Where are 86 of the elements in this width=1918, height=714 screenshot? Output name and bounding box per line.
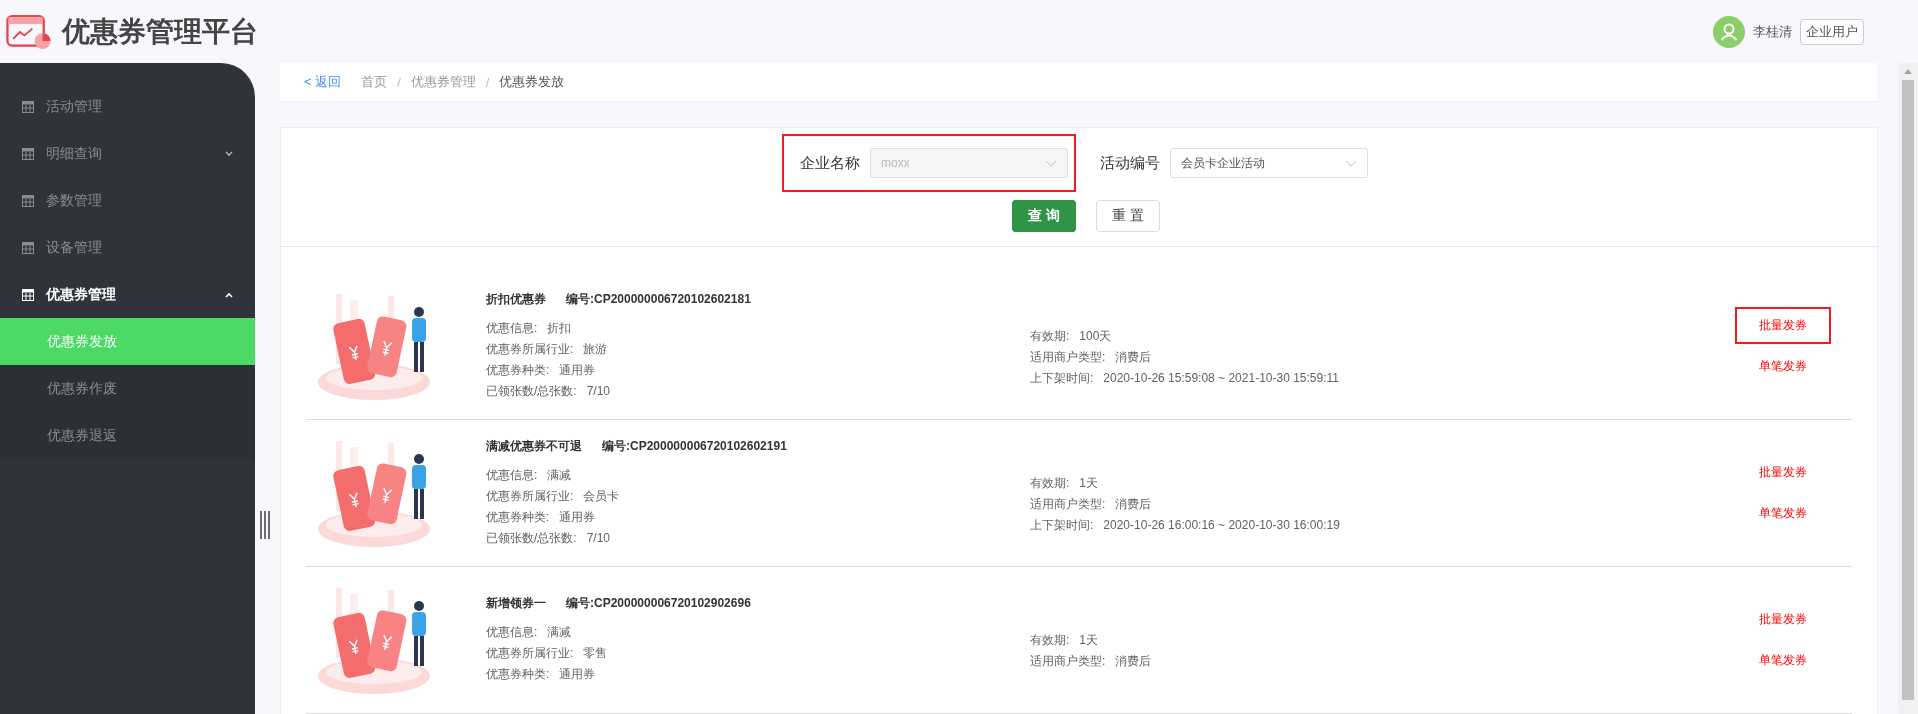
field-label: 优惠券种类: — [486, 508, 550, 526]
field-value: 通用券 — [559, 361, 596, 379]
filter-label: 活动编号 — [1100, 153, 1160, 173]
sidebar-item[interactable]: 设备管理 — [0, 224, 255, 271]
field-value: 通用券 — [559, 666, 596, 683]
sidebar-subitem[interactable]: 优惠券作废 — [0, 365, 255, 412]
breadcrumb-item[interactable]: 首页 — [361, 73, 388, 91]
field-label: 上下架时间: — [1030, 516, 1094, 534]
action-link[interactable]: 单笔发券 — [1735, 642, 1831, 679]
coupon-name: 新增领券一 — [486, 595, 546, 612]
back-link[interactable]: < 返回 — [304, 73, 342, 91]
field-label: 有效期: — [1030, 632, 1070, 649]
field-value: 2020-10-26 15:59:08 ~ 2021-10-30 15:59:11 — [1103, 369, 1339, 387]
field-value: 折扣 — [547, 319, 572, 337]
reset-button[interactable]: 重 置 — [1096, 200, 1160, 232]
field-label: 优惠券所属行业: — [486, 487, 574, 505]
field-value: 消费后 — [1115, 348, 1152, 366]
field-label: 上下架时间: — [1030, 369, 1094, 387]
sidebar-item[interactable]: 参数管理 — [0, 177, 255, 224]
app-title: 优惠券管理平台 — [62, 14, 258, 49]
field-label: 优惠券种类: — [486, 361, 550, 379]
coupon-code: 编号:CP200000006720102602181 — [566, 290, 751, 308]
chevron-icon — [1045, 159, 1057, 167]
action-link[interactable]: 批量发券 — [1735, 307, 1831, 344]
field-value: 消费后 — [1115, 653, 1152, 670]
scroll-up-icon[interactable] — [1904, 69, 1912, 74]
breadcrumb-item[interactable]: 优惠券管理 — [410, 73, 476, 91]
scrollbar-thumb[interactable] — [1902, 80, 1914, 700]
action-link[interactable]: 单笔发券 — [1735, 495, 1831, 532]
sidebar-item[interactable]: 活动管理 — [0, 83, 255, 130]
field-value: 满减 — [547, 624, 572, 641]
sidebar-subitem[interactable]: 优惠券退返 — [0, 412, 255, 459]
field-value: 消费后 — [1115, 495, 1152, 513]
query-button[interactable]: 查 询 — [1012, 200, 1076, 232]
user-name: 李桂清 — [1753, 22, 1792, 41]
field-label: 适用商户类型: — [1030, 495, 1106, 513]
chart-card-logo-icon — [6, 14, 52, 49]
chevron-icon — [225, 150, 233, 157]
coupon-name: 折扣优惠券 — [486, 290, 546, 308]
chevron-icon — [225, 291, 233, 298]
role-tag: 企业用户 — [1800, 18, 1864, 45]
field-label: 优惠信息: — [486, 466, 538, 484]
select-field[interactable]: 会员卡企业活动 — [1170, 148, 1368, 178]
field-label: 优惠信息: — [486, 624, 538, 641]
table-icon — [22, 194, 34, 207]
chevron-icon — [1345, 159, 1357, 167]
action-link[interactable]: 批量发券 — [1735, 601, 1831, 638]
breadcrumb-item: 优惠券发放 — [499, 73, 565, 91]
field-value: 1天 — [1079, 632, 1099, 649]
table-icon — [22, 147, 34, 160]
action-link[interactable]: 单笔发券 — [1735, 348, 1831, 385]
drag-handle-icon[interactable] — [260, 511, 270, 539]
field-value: 零售 — [583, 645, 608, 662]
field-label: 有效期: — [1030, 474, 1070, 492]
field-label: 优惠信息: — [486, 319, 538, 337]
field-value: 通用券 — [559, 508, 596, 526]
breadcrumb-separator: / — [485, 74, 490, 90]
table-icon — [22, 100, 34, 113]
field-label: 适用商户类型: — [1030, 348, 1106, 366]
field-value: 满减 — [547, 466, 572, 484]
filter-label: 企业名称 — [800, 153, 860, 173]
field-value: 会员卡 — [583, 487, 620, 505]
action-link[interactable]: 批量发券 — [1735, 454, 1831, 491]
avatar-icon[interactable] — [1713, 15, 1745, 48]
field-value: 7/10 — [586, 382, 611, 400]
coupon-code: 编号:CP200000006720102902696 — [566, 595, 751, 612]
coupon-code: 编号:CP200000006720102602191 — [602, 437, 787, 455]
coupon-name: 满减优惠券不可退 — [486, 437, 582, 455]
field-value: 100天 — [1079, 327, 1112, 345]
field-value: 7/10 — [586, 529, 611, 547]
field-label: 优惠券所属行业: — [486, 340, 574, 358]
field-label: 有效期: — [1030, 327, 1070, 345]
field-label: 适用商户类型: — [1030, 653, 1106, 670]
sidebar-item[interactable]: 明细查询 — [0, 130, 255, 177]
field-label: 优惠券所属行业: — [486, 645, 574, 662]
scrollbar[interactable] — [1898, 63, 1918, 714]
field-label: 已领张数/总张数: — [486, 382, 577, 400]
field-label: 已领张数/总张数: — [486, 529, 577, 547]
field-value: 1天 — [1079, 474, 1099, 492]
sidebar-item[interactable]: 优惠券管理 — [0, 271, 255, 318]
table-icon — [22, 241, 34, 254]
field-value: 2020-10-26 16:00:16 ~ 2020-10-30 16:00:19 — [1103, 516, 1340, 534]
field-label: 优惠券种类: — [486, 666, 550, 683]
breadcrumb-separator: / — [397, 74, 401, 90]
field-value: 旅游 — [583, 340, 608, 358]
table-icon — [22, 288, 34, 301]
